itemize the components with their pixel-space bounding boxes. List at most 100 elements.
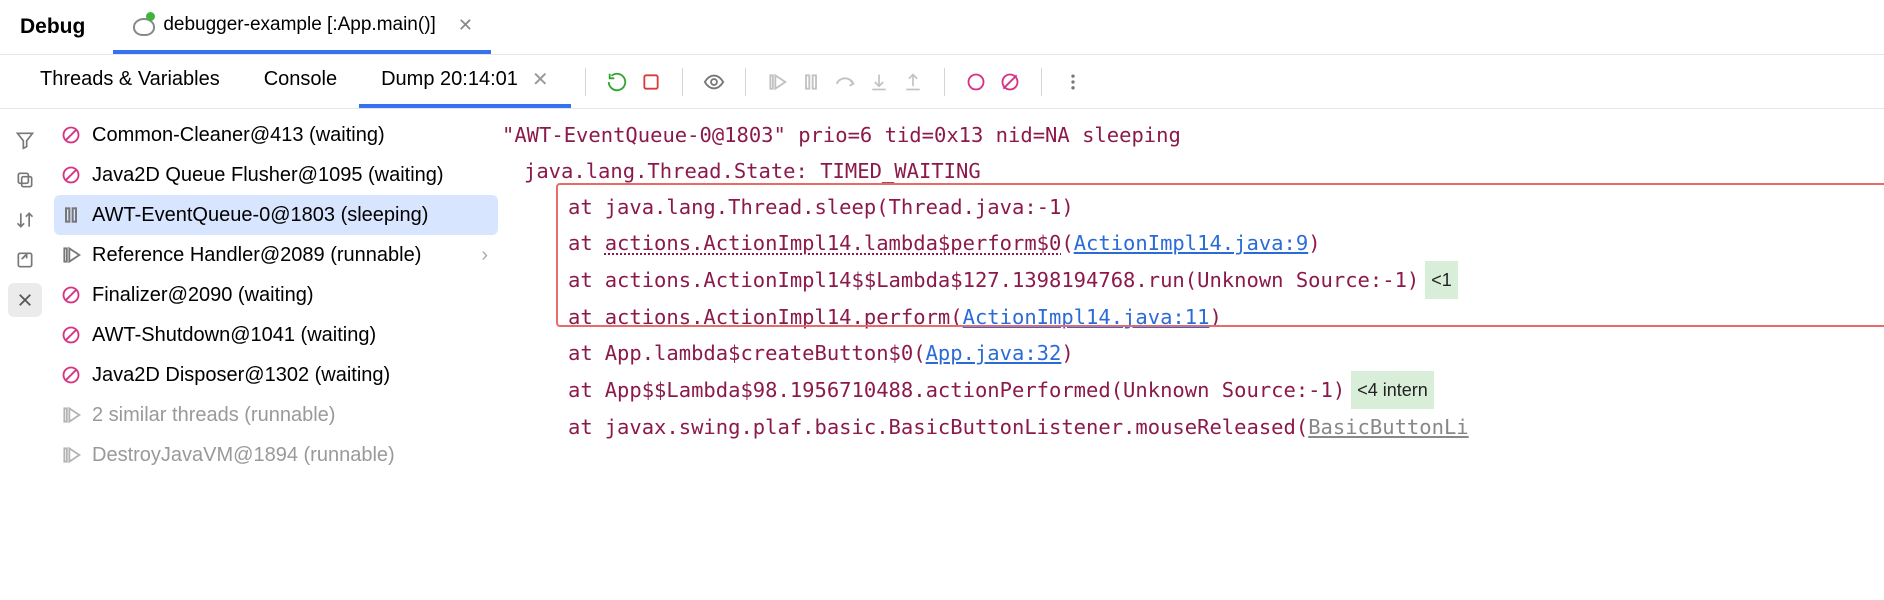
paren: ) (1061, 335, 1073, 371)
stack-frame[interactable]: at actions.ActionImpl14.perform(ActionImp… (502, 299, 1884, 335)
run-config-tab[interactable]: debugger-example [:App.main()] ✕ (113, 0, 491, 54)
step-into-button[interactable] (862, 65, 896, 99)
paren: ( (1296, 409, 1308, 445)
thread-label: Java2D Disposer@1302 (waiting) (92, 364, 390, 387)
source-link[interactable]: BasicButtonLi (1308, 409, 1468, 445)
thread-header: "AWT-EventQueue-0@1803" prio=6 tid=0x13 … (502, 117, 1884, 153)
tab-dump[interactable]: Dump 20:14:01 ✕ (359, 55, 571, 108)
slash-icon (60, 124, 82, 146)
thread-label: DestroyJavaVM@1894 (runnable) (92, 444, 395, 467)
run-config-tab-label: debugger-example [:App.main()] (163, 14, 435, 36)
separator (1041, 68, 1042, 96)
source-link[interactable]: App.java:32 (926, 335, 1062, 371)
thread-state: java.lang.Thread.State: TIMED_WAITING (502, 153, 1884, 189)
run-icon (60, 404, 82, 426)
step-over-button[interactable] (828, 65, 862, 99)
separator (745, 68, 746, 96)
at-keyword: at (568, 225, 593, 261)
rerun-button[interactable] (600, 65, 634, 99)
at-keyword: at (568, 335, 593, 371)
tab-console[interactable]: Console (242, 55, 359, 108)
sort-icon[interactable] (8, 203, 42, 237)
chevron-right-icon: › (481, 244, 488, 267)
tab-label: Dump 20:14:01 (381, 68, 518, 91)
thread-label: Finalizer@2090 (waiting) (92, 284, 314, 307)
debug-title: Debug (20, 15, 85, 39)
stack-frame[interactable]: at java.lang.Thread.sleep(Thread.java:-1) (502, 189, 1884, 225)
separator (682, 68, 683, 96)
title-bar: Debug debugger-example [:App.main()] ✕ (0, 0, 1884, 55)
run-icon (60, 444, 82, 466)
stack-frame[interactable]: at App$$Lambda$98.1956710488.actionPerfor… (502, 371, 1884, 409)
thread-item[interactable]: Reference Handler@2089 (runnable) › (54, 235, 498, 275)
thread-list: Common-Cleaner@413 (waiting) Java2D Queue… (50, 109, 502, 600)
frame-location: actions.ActionImpl14$$Lambda$127.1398194… (605, 262, 1420, 298)
debug-toolbar: Threads & Variables Console Dump 20:14:0… (0, 55, 1884, 109)
mute-breakpoints-button[interactable] (959, 65, 993, 99)
thread-item[interactable]: DestroyJavaVM@1894 (runnable) (54, 435, 498, 475)
tab-threads-variables[interactable]: Threads & Variables (18, 55, 242, 108)
thread-label: Reference Handler@2089 (runnable) (92, 244, 421, 267)
stack-frame[interactable]: at actions.ActionImpl14$$Lambda$127.13981… (502, 261, 1884, 299)
source-link[interactable]: ActionImpl14.java:11 (963, 299, 1210, 335)
thread-item[interactable]: AWT-EventQueue-0@1803 (sleeping) (54, 195, 498, 235)
at-keyword: at (568, 372, 593, 408)
resume-button[interactable] (760, 65, 794, 99)
frame-location: App$$Lambda$98.1956710488.actionPerforme… (605, 372, 1346, 408)
bug-icon (131, 14, 153, 36)
collapsed-frames-badge[interactable]: <1 (1425, 261, 1458, 299)
run-icon (60, 244, 82, 266)
thread-label: AWT-EventQueue-0@1803 (sleeping) (92, 204, 428, 227)
frame-location: javax.swing.plaf.basic.BasicButtonListen… (605, 409, 1296, 445)
slash-icon (60, 324, 82, 346)
source-link[interactable]: ActionImpl14.java:9 (1074, 225, 1309, 261)
thread-label: 2 similar threads (runnable) (92, 404, 335, 427)
separator (585, 68, 586, 96)
view-breakpoints-button[interactable] (697, 65, 731, 99)
close-dump-tab-icon[interactable]: ✕ (532, 67, 549, 92)
stack-frame[interactable]: at javax.swing.plaf.basic.BasicButtonList… (502, 409, 1884, 445)
step-out-button[interactable] (896, 65, 930, 99)
frame-location: App.lambda$createButton$0 (605, 335, 914, 371)
paren: ( (1061, 225, 1073, 261)
paren: ( (950, 299, 962, 335)
collapsed-frames-badge[interactable]: <4 intern (1351, 371, 1434, 409)
thread-label: Java2D Queue Flusher@1095 (waiting) (92, 164, 444, 187)
thread-item[interactable]: 2 similar threads (runnable) (54, 395, 498, 435)
thread-item[interactable]: AWT-Shutdown@1041 (waiting) (54, 315, 498, 355)
at-keyword: at (568, 189, 593, 225)
filter-icon[interactable] (8, 123, 42, 157)
close-tab-icon[interactable]: ✕ (458, 15, 473, 36)
thread-label: AWT-Shutdown@1041 (waiting) (92, 324, 376, 347)
main-area: Common-Cleaner@413 (waiting) Java2D Queue… (0, 109, 1884, 600)
pause-button[interactable] (794, 65, 828, 99)
thread-item[interactable]: Java2D Disposer@1302 (waiting) (54, 355, 498, 395)
paren: (Thread.java:-1) (876, 189, 1073, 225)
disable-breakpoints-button[interactable] (993, 65, 1027, 99)
thread-item[interactable]: Common-Cleaner@413 (waiting) (54, 115, 498, 155)
export-icon[interactable] (8, 243, 42, 277)
paren: ( (913, 335, 925, 371)
slash-icon (60, 364, 82, 386)
thread-item[interactable]: Java2D Queue Flusher@1095 (waiting) (54, 155, 498, 195)
more-actions-button[interactable] (1056, 65, 1090, 99)
tab-label: Threads & Variables (40, 68, 220, 91)
pause-icon (60, 204, 82, 226)
tab-label: Console (264, 68, 337, 91)
paren: ) (1308, 225, 1320, 261)
at-keyword: at (568, 299, 593, 335)
at-keyword: at (568, 262, 593, 298)
copy-icon[interactable] (8, 163, 42, 197)
slash-icon (60, 164, 82, 186)
thread-item[interactable]: Finalizer@2090 (waiting) (54, 275, 498, 315)
stack-frame[interactable]: at actions.ActionImpl14.lambda$perform$0(… (502, 225, 1884, 261)
close-panel-icon[interactable] (8, 283, 42, 317)
frame-location: java.lang.Thread.sleep (605, 189, 877, 225)
at-keyword: at (568, 409, 593, 445)
frame-location: actions.ActionImpl14.lambda$perform$0 (605, 225, 1062, 261)
thread-label: Common-Cleaner@413 (waiting) (92, 124, 385, 147)
frame-location: actions.ActionImpl14.perform (605, 299, 951, 335)
stack-frame[interactable]: at App.lambda$createButton$0(App.java:32) (502, 335, 1884, 371)
stack-trace-panel: "AWT-EventQueue-0@1803" prio=6 tid=0x13 … (502, 109, 1884, 600)
stop-button[interactable] (634, 65, 668, 99)
